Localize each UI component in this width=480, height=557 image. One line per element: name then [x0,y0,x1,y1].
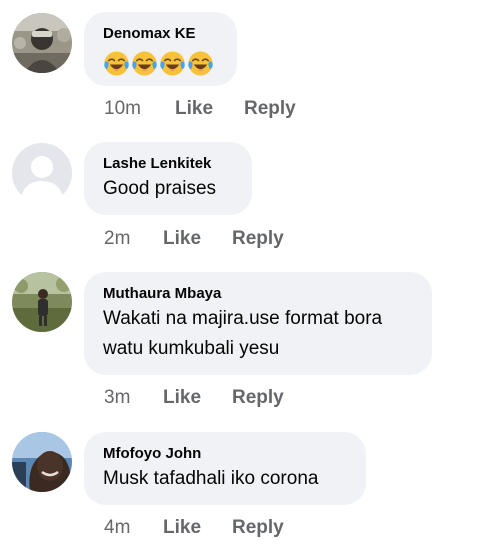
face-with-tears-of-joy-icon [160,51,185,76]
default-avatar-icon [12,143,72,203]
reply-button[interactable]: Reply [232,516,284,540]
comment-author[interactable]: Lashe Lenkitek [103,154,234,174]
like-button[interactable]: Like [163,386,201,410]
comment-timestamp: 4m [104,517,131,538]
reply-button[interactable]: Reply [232,386,284,410]
comment-text: Good praises [103,178,217,199]
avatar[interactable] [12,272,72,332]
comment-bubble: Denomax KE [84,12,237,86]
reply-button[interactable]: Reply [232,227,284,251]
comment-text: Musk tafadhali iko corona [103,468,319,489]
comment-bubble: Mfofoyo John Musk tafadhali iko corona [84,432,366,505]
avatar[interactable] [12,143,72,203]
reply-button[interactable]: Reply [244,97,296,121]
comment-timestamp: 2m [104,228,131,249]
like-button[interactable]: Like [163,227,201,251]
comment-text-line: watu kumkubali yesu [103,338,280,359]
avatar[interactable] [12,13,72,73]
comment-text-line: Wakati na majira.use format bora [103,308,383,329]
emoji-row [103,50,219,77]
face-with-tears-of-joy-icon [104,51,129,76]
face-with-tears-of-joy-icon [132,51,157,76]
comment-author[interactable]: Mfofoyo John [103,444,348,464]
like-button[interactable]: Like [175,97,213,121]
like-button[interactable]: Like [163,516,201,540]
comment-timestamp: 10m [104,98,141,119]
comment-bubble: Lashe Lenkitek Good praises [84,142,252,215]
comment-bubble: Muthaura Mbaya Wakati na majira.use form… [84,272,432,375]
comment-timestamp: 3m [104,387,131,408]
avatar[interactable] [12,432,72,492]
comment-author[interactable]: Denomax KE [103,24,219,44]
face-with-tears-of-joy-icon [188,51,213,76]
comment-author[interactable]: Muthaura Mbaya [103,284,414,304]
